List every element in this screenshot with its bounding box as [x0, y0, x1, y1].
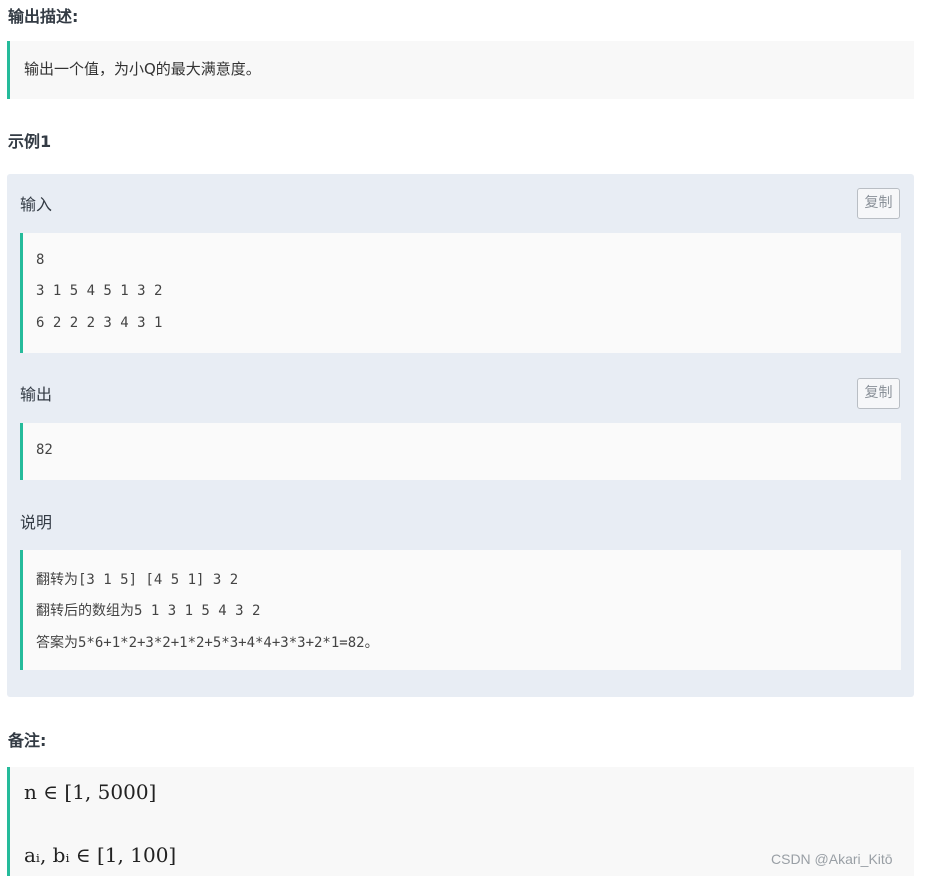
code-line: 3 1 5 4 5 1 3 2 [36, 283, 163, 299]
code-line: 翻转为[3 1 5] [4 5 1] 3 2 [36, 572, 239, 588]
explanation-code-block: 翻转为[3 1 5] [4 5 1] 3 2 翻转后的数组为5 1 3 1 5 … [20, 550, 901, 670]
notes-heading: 备注: [8, 731, 47, 750]
code-line: 6 2 2 2 3 4 3 1 [36, 315, 163, 331]
explanation-label: 说明 [20, 513, 53, 532]
code-line: 翻转后的数组为5 1 3 1 5 4 3 2 [36, 603, 261, 619]
code-line: 答案为5*6+1*2+3*2+1*2+5*3+4*4+3*3+2*1=82。 [36, 635, 379, 651]
example-heading: 示例1 [8, 132, 52, 151]
output-description-heading: 输出描述: [8, 7, 79, 26]
code-line: 82 [36, 442, 53, 458]
watermark: CSDN @Akari_Kitō [771, 851, 893, 867]
constraint-n: n ∈ [1, 5000] [24, 780, 157, 804]
output-description-text: 输出一个值，为小Q的最大满意度。 [24, 60, 261, 78]
input-code-block: 8 3 1 5 4 5 1 3 2 6 2 2 2 3 4 3 1 [20, 233, 901, 353]
output-code-block: 82 [20, 423, 901, 480]
code-line: 8 [36, 252, 45, 268]
constraint-ab: aᵢ, bᵢ ∈ [1, 100] [24, 843, 177, 867]
copy-input-button[interactable]: 复制 [857, 188, 900, 219]
output-description-block: 输出一个值，为小Q的最大满意度。 [7, 41, 914, 99]
example-panel: 输入 复制 8 3 1 5 4 5 1 3 2 6 2 2 2 3 4 3 1 … [7, 174, 914, 697]
input-label: 输入 [20, 195, 53, 214]
output-label: 输出 [20, 385, 53, 404]
copy-output-button[interactable]: 复制 [857, 378, 900, 409]
